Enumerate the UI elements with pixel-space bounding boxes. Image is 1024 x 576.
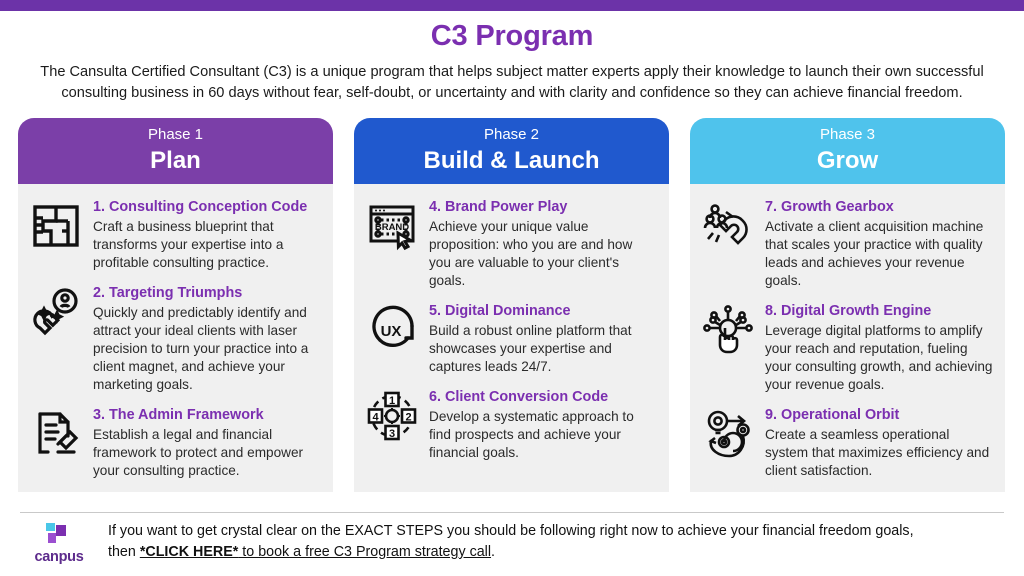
list-item[interactable]: 1. Consulting Conception Code Craft a bu… (28, 194, 321, 276)
phase-column-2: Phase 2 Build & Launch BRAND 4. Brand Po… (354, 118, 669, 493)
page-title: C3 Program (430, 20, 594, 52)
list-item[interactable]: UX 5. Digital Dominance Build a robust o… (364, 298, 657, 380)
canpus-logo-icon (46, 523, 66, 543)
magnet-target-icon (28, 284, 84, 342)
list-item[interactable]: 1 2 3 4 6. Client Conversion Code Develo… (364, 384, 657, 466)
list-item-desc: Activate a client acquisition machine th… (765, 218, 984, 288)
intro-paragraph: The Cansulta Certified Consultant (C3) i… (40, 64, 984, 101)
list-item-text: 4. Brand Power Play Achieve your unique … (429, 198, 657, 290)
blueprint-icon (28, 198, 84, 256)
phase-body-3: 7. Growth Gearbox Activate a client acqu… (690, 184, 1005, 493)
footer-line-1: If you want to get crystal clear on the … (108, 523, 914, 539)
footer: canpus If you want to get crystal clear … (20, 518, 1004, 565)
list-item[interactable]: 8. Digital Growth Engine Leverage digita… (700, 298, 993, 398)
list-item-desc: Leverage digital platforms to amplify yo… (765, 322, 993, 392)
list-item[interactable]: 7. Growth Gearbox Activate a client acqu… (700, 194, 993, 294)
phase-name-3: Grow (816, 146, 879, 174)
svg-text:2: 2 (405, 412, 411, 424)
svg-text:UX: UX (381, 323, 402, 340)
list-item-title: 4. Brand Power Play (429, 199, 568, 216)
list-item-desc: Quickly and predictably identify and att… (93, 304, 309, 392)
list-item[interactable]: 3. The Admin Framework Establish a legal… (28, 402, 321, 484)
phase-header-1: Phase 1 Plan (18, 118, 333, 185)
list-item-title: 3. The Admin Framework (93, 407, 264, 424)
list-item-desc: Craft a business blueprint that transfor… (93, 218, 284, 270)
click-here-rest: to book a free C3 Program strategy call (238, 543, 492, 560)
footer-line-2-prefix: then (108, 543, 140, 560)
list-item-desc: Establish a legal and financial framewor… (93, 426, 304, 478)
phase-column-1: Phase 1 Plan 1. Consulting Conception Co… (18, 118, 333, 493)
phases-container: Phase 1 Plan 1. Consulting Conception Co… (18, 118, 1006, 493)
phase-name-1: Plan (150, 146, 201, 174)
list-item-title: 8. Digital Growth Engine (765, 303, 932, 320)
list-item[interactable]: 9. Operational Orbit Create a seamless o… (700, 402, 993, 484)
canpus-logo[interactable]: canpus (20, 518, 98, 565)
lightbulb-gear-icon (700, 406, 756, 464)
list-item-desc: Achieve your unique value proposition: w… (429, 218, 633, 288)
top-accent-bar (0, 0, 1024, 11)
list-item-text: 7. Growth Gearbox Activate a client acqu… (765, 198, 993, 290)
list-item-title: 2. Targeting Triumphs (93, 284, 243, 301)
phase-column-3: Phase 3 Grow 7. Growth Gearbox Activate … (690, 118, 1005, 493)
list-item-title: 5. Digital Dominance (429, 303, 571, 320)
click-here-bold: *CLICK HERE* (139, 543, 239, 560)
list-item-title: 6. Client Conversion Code (429, 389, 609, 405)
phase-body-2: BRAND 4. Brand Power Play Achieve your u… (354, 184, 669, 493)
list-item-text: 1. Consulting Conception Code Craft a bu… (93, 198, 321, 272)
magnet-people-icon (700, 198, 756, 256)
list-item-text: 5. Digital Dominance Build a robust onli… (429, 302, 657, 376)
phase-label-2: Phase 2 (483, 126, 540, 143)
list-item-text: 8. Digital Growth Engine Leverage digita… (765, 302, 993, 394)
brand-browser-click-icon: BRAND (364, 198, 420, 256)
list-item[interactable]: BRAND 4. Brand Power Play Achieve your u… (364, 194, 657, 294)
ux-circle-icon: UX (364, 302, 420, 360)
list-item-desc: Create a seamless operational system tha… (765, 426, 990, 478)
phase-label-1: Phase 1 (147, 126, 204, 143)
list-item-title: 7. Growth Gearbox (765, 199, 894, 216)
phase-label-3: Phase 3 (819, 126, 876, 143)
footer-divider (20, 512, 1004, 513)
phase-header-3: Phase 3 Grow (690, 118, 1005, 185)
canpus-logo-text: canpus (34, 549, 84, 565)
list-item-text: 6. Client Conversion Code Develop a syst… (429, 388, 657, 462)
list-item-title: 9. Operational Orbit (765, 407, 900, 424)
footer-cta-text: If you want to get crystal clear on the … (108, 518, 1004, 562)
process-cycle-1234-icon: 1 2 3 4 (364, 388, 420, 446)
list-item-text: 2. Targeting Triumphs Quickly and predic… (93, 284, 321, 394)
list-item-text: 3. The Admin Framework Establish a legal… (93, 406, 321, 480)
svg-text:3: 3 (389, 428, 395, 440)
footer-line-2-suffix: . (491, 543, 496, 560)
phase-header-2: Phase 2 Build & Launch (354, 118, 669, 185)
click-here-link[interactable]: *CLICK HERE* to book a free C3 Program s… (140, 544, 491, 560)
svg-text:1: 1 (389, 395, 395, 407)
list-item-desc: Develop a systematic approach to find pr… (429, 408, 634, 460)
list-item-desc: Build a robust online platform that show… (429, 322, 632, 374)
legal-document-gavel-icon (28, 406, 84, 464)
phase-body-1: 1. Consulting Conception Code Craft a bu… (18, 184, 333, 493)
svg-text:BRAND: BRAND (375, 222, 409, 233)
list-item[interactable]: 2. Targeting Triumphs Quickly and predic… (28, 280, 321, 398)
digital-network-hand-icon (700, 302, 756, 360)
phase-name-2: Build & Launch (423, 146, 600, 174)
svg-text:4: 4 (372, 412, 379, 424)
list-item-text: 9. Operational Orbit Create a seamless o… (765, 406, 993, 480)
list-item-title: 1. Consulting Conception Code (93, 199, 308, 216)
